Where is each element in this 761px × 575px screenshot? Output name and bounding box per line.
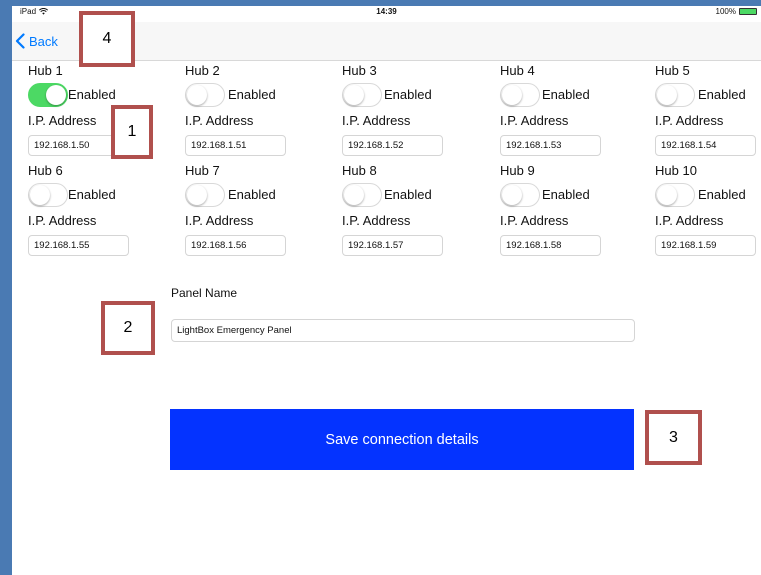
hub-ip-label: I.P. Address [655, 113, 724, 128]
panel-name-label: Panel Name [171, 286, 238, 300]
hub-enabled-label: Enabled [542, 187, 590, 202]
hub-enabled-toggle[interactable] [28, 183, 68, 207]
hub-title: Hub 2 [185, 63, 220, 78]
hub-enabled-toggle[interactable] [185, 183, 225, 207]
chevron-left-icon [15, 33, 25, 49]
battery-icon [739, 8, 757, 15]
hub-title: Hub 10 [655, 163, 697, 178]
hub-title: Hub 8 [342, 163, 377, 178]
hub-ip-input[interactable] [185, 235, 286, 256]
hub-enabled-label: Enabled [698, 87, 746, 102]
hub-enabled-label: Enabled [228, 187, 276, 202]
hub-enabled-toggle[interactable] [655, 183, 695, 207]
battery-percent: 100% [715, 7, 736, 16]
callout-1: 1 [111, 105, 153, 159]
hub-title: Hub 4 [500, 63, 535, 78]
hub-ip-label: I.P. Address [500, 213, 569, 228]
hub-title: Hub 6 [28, 163, 63, 178]
hub-ip-label: I.P. Address [185, 213, 254, 228]
ipad-screen: iPad 14:39 100% Back Hub 1 Enabled I.P. Ad… [12, 6, 761, 575]
hub-enabled-toggle[interactable] [655, 83, 695, 107]
hub-enabled-label: Enabled [384, 187, 432, 202]
toggle-knob [344, 185, 364, 205]
toggle-knob [502, 185, 522, 205]
callout-2: 2 [101, 301, 155, 355]
hub-title: Hub 1 [28, 63, 63, 78]
hub-enabled-label: Enabled [228, 87, 276, 102]
hub-enabled-toggle[interactable] [342, 183, 382, 207]
hub-ip-label: I.P. Address [342, 213, 411, 228]
hub-ip-input[interactable] [28, 235, 129, 256]
hub-enabled-toggle[interactable] [500, 183, 540, 207]
callout-4: 4 [79, 11, 135, 67]
hub-ip-label: I.P. Address [28, 113, 97, 128]
hub-enabled-toggle[interactable] [342, 83, 382, 107]
hub-title: Hub 3 [342, 63, 377, 78]
hub-ip-input[interactable] [185, 135, 286, 156]
hub-title: Hub 7 [185, 163, 220, 178]
toggle-knob [344, 85, 364, 105]
toggle-knob [657, 85, 677, 105]
hub-title: Hub 5 [655, 63, 690, 78]
hub-enabled-label: Enabled [698, 187, 746, 202]
hub-title: Hub 9 [500, 163, 535, 178]
toggle-knob [187, 185, 207, 205]
hub-enabled-toggle[interactable] [28, 83, 68, 107]
toggle-knob [46, 85, 66, 105]
hub-ip-label: I.P. Address [655, 213, 724, 228]
hub-enabled-label: Enabled [384, 87, 432, 102]
hub-ip-input[interactable] [500, 235, 601, 256]
hub-ip-input[interactable] [342, 235, 443, 256]
window-frame-left [0, 0, 12, 575]
panel-name-input[interactable] [171, 319, 635, 342]
hub-enabled-toggle[interactable] [185, 83, 225, 107]
toggle-knob [502, 85, 522, 105]
hub-ip-input[interactable] [655, 235, 756, 256]
hub-ip-label: I.P. Address [500, 113, 569, 128]
hub-ip-label: I.P. Address [342, 113, 411, 128]
hub-ip-label: I.P. Address [28, 213, 97, 228]
hub-enabled-label: Enabled [542, 87, 590, 102]
hub-ip-label: I.P. Address [185, 113, 254, 128]
back-label: Back [29, 33, 58, 49]
hub-ip-input[interactable] [342, 135, 443, 156]
toggle-knob [657, 185, 677, 205]
save-connection-button[interactable]: Save connection details [170, 409, 634, 470]
battery-level [740, 9, 756, 14]
hub-enabled-label: Enabled [68, 187, 116, 202]
callout-3: 3 [645, 410, 702, 465]
hub-ip-input[interactable] [500, 135, 601, 156]
hub-enabled-label: Enabled [68, 87, 116, 102]
toggle-knob [187, 85, 207, 105]
back-button[interactable]: Back [14, 33, 58, 49]
hub-enabled-toggle[interactable] [500, 83, 540, 107]
toggle-knob [30, 185, 50, 205]
hub-ip-input[interactable] [655, 135, 756, 156]
